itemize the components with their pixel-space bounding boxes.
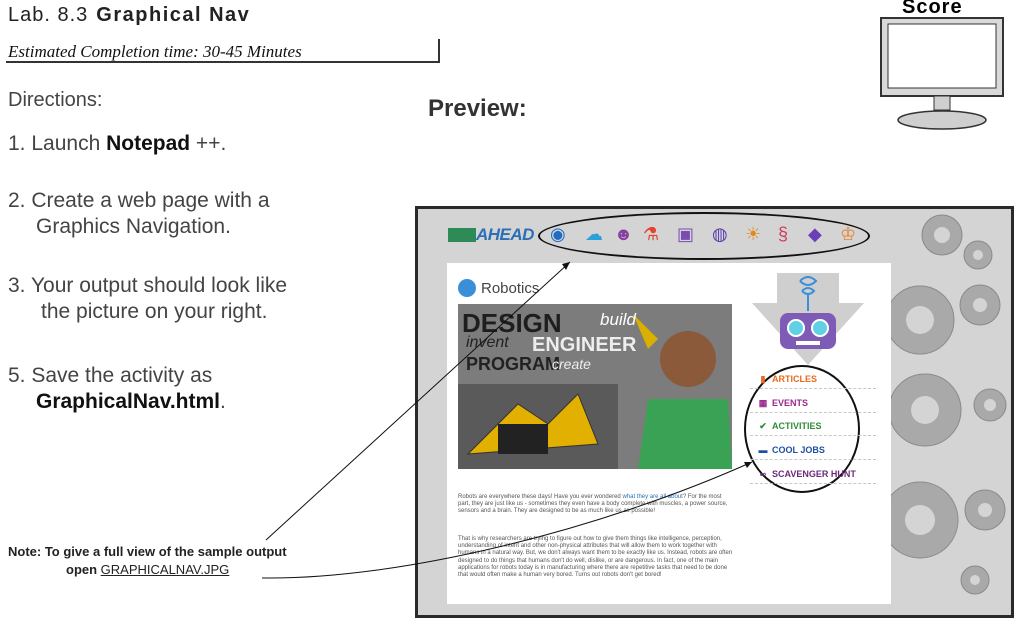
sidebar-item-label: EVENTS: [772, 398, 809, 408]
planet-icon[interactable]: ◍: [712, 222, 728, 246]
cloud-icon[interactable]: ☁: [585, 222, 603, 246]
sidebar-divider: [750, 459, 876, 460]
sidebar-item[interactable]: ▬ COOL JOBS: [758, 445, 825, 455]
step-5-suffix: .: [220, 390, 226, 413]
sidebar-item[interactable]: ✔ ACTIVITIES: [758, 421, 822, 432]
page-title: Robotics: [481, 280, 540, 297]
hero-build: build: [600, 310, 636, 329]
paragraph-1: Robots are everywhere these days! Have y…: [458, 494, 734, 516]
preview-label: Preview:: [428, 95, 527, 122]
calendar-icon: ▦: [758, 398, 768, 408]
sidebar-item-label: ACTIVITIES: [772, 421, 822, 431]
sidebar-item[interactable]: ▦ EVENTS: [758, 398, 808, 409]
paragraph-1-link[interactable]: what they are all about: [622, 494, 682, 500]
gamepad-icon[interactable]: ◆: [808, 222, 822, 246]
step-1-app: Notepad: [106, 132, 191, 155]
note: Note: To give a full view of the sample …: [8, 543, 287, 579]
sidebar-divider: [750, 412, 876, 413]
seahorse-icon[interactable]: §: [778, 222, 788, 246]
step-5: 5. Save the activity as GraphicalNav.htm…: [8, 363, 226, 415]
sidebar-divider: [750, 388, 876, 389]
wrench-icon: ✔: [759, 421, 767, 431]
lab-name: Graphical Nav: [96, 4, 251, 26]
sidebar-item-label: ARTICLES: [772, 374, 817, 384]
note-line-1: Note: To give a full view of the sample …: [8, 544, 287, 559]
robot-graphic-icon: [752, 273, 864, 365]
step-3: 3. Your output should look like the pict…: [8, 273, 287, 325]
lab-number: Lab. 8.3: [8, 4, 89, 26]
sidebar-item[interactable]: ▮ ARTICLES: [758, 374, 817, 385]
lab-title: Lab. 8.3 Graphical Nav: [8, 4, 250, 27]
hero-program: PROGRAM: [466, 354, 560, 374]
briefcase-icon: ▬: [758, 445, 768, 455]
article-icon: ▮: [760, 374, 766, 384]
paragraph-1-text-a: Robots are everywhere these days! Have y…: [458, 494, 623, 500]
sidebar-divider: [750, 435, 876, 436]
lion-icon[interactable]: ☀: [745, 222, 761, 246]
note-line-2-prefix: open: [66, 562, 101, 577]
score-monitor-icon: [880, 17, 1004, 130]
step-1-prefix: 1. Launch: [8, 132, 107, 155]
hero-create: create: [552, 356, 591, 372]
step-5-line-1: 5. Save the activity as: [8, 364, 213, 387]
brain-icon[interactable]: ☻: [614, 222, 633, 246]
step-3-line-1: 3. Your output should look like: [8, 274, 288, 297]
flask-icon[interactable]: ⚗: [643, 222, 659, 246]
sidebar-item[interactable]: ∞ SCAVENGER HUNT: [758, 469, 856, 479]
step-2-line-2: Graphics Navigation.: [36, 215, 231, 238]
step-1: 1. Launch Notepad ++.: [8, 131, 226, 157]
gears-decoration: [881, 214, 1007, 595]
sidebar-item-label: COOL JOBS: [772, 445, 825, 455]
step-1-suffix: ++.: [190, 132, 227, 155]
sidebar-item-label: SCAVENGER HUNT: [772, 469, 856, 479]
eye-icon[interactable]: ◉: [550, 222, 566, 246]
binoculars-icon: ∞: [759, 469, 767, 479]
robot-icon: [458, 279, 476, 297]
step-2: 2. Create a web page with a Graphics Nav…: [8, 188, 270, 240]
hero-invent: invent: [466, 334, 509, 351]
step-2-line-1: 2. Create a web page with a: [8, 189, 270, 212]
trophy-icon[interactable]: ♔: [840, 222, 856, 246]
step-5-filename: GraphicalNav.html: [36, 390, 220, 413]
robot-icon[interactable]: ▣: [677, 222, 694, 246]
paragraph-2: That is why researchers are trying to fi…: [458, 536, 733, 579]
graphicalnav-jpg-link[interactable]: GRAPHICALNAV.JPG: [101, 562, 230, 577]
sidebar-divider: [750, 483, 876, 484]
step-3-line-2: the picture on your right.: [41, 300, 268, 323]
logo-text: AHEAD: [476, 225, 534, 244]
directions-heading: Directions:: [8, 89, 103, 111]
estimated-time: Estimated Completion time: 30-45 Minutes: [8, 42, 302, 61]
